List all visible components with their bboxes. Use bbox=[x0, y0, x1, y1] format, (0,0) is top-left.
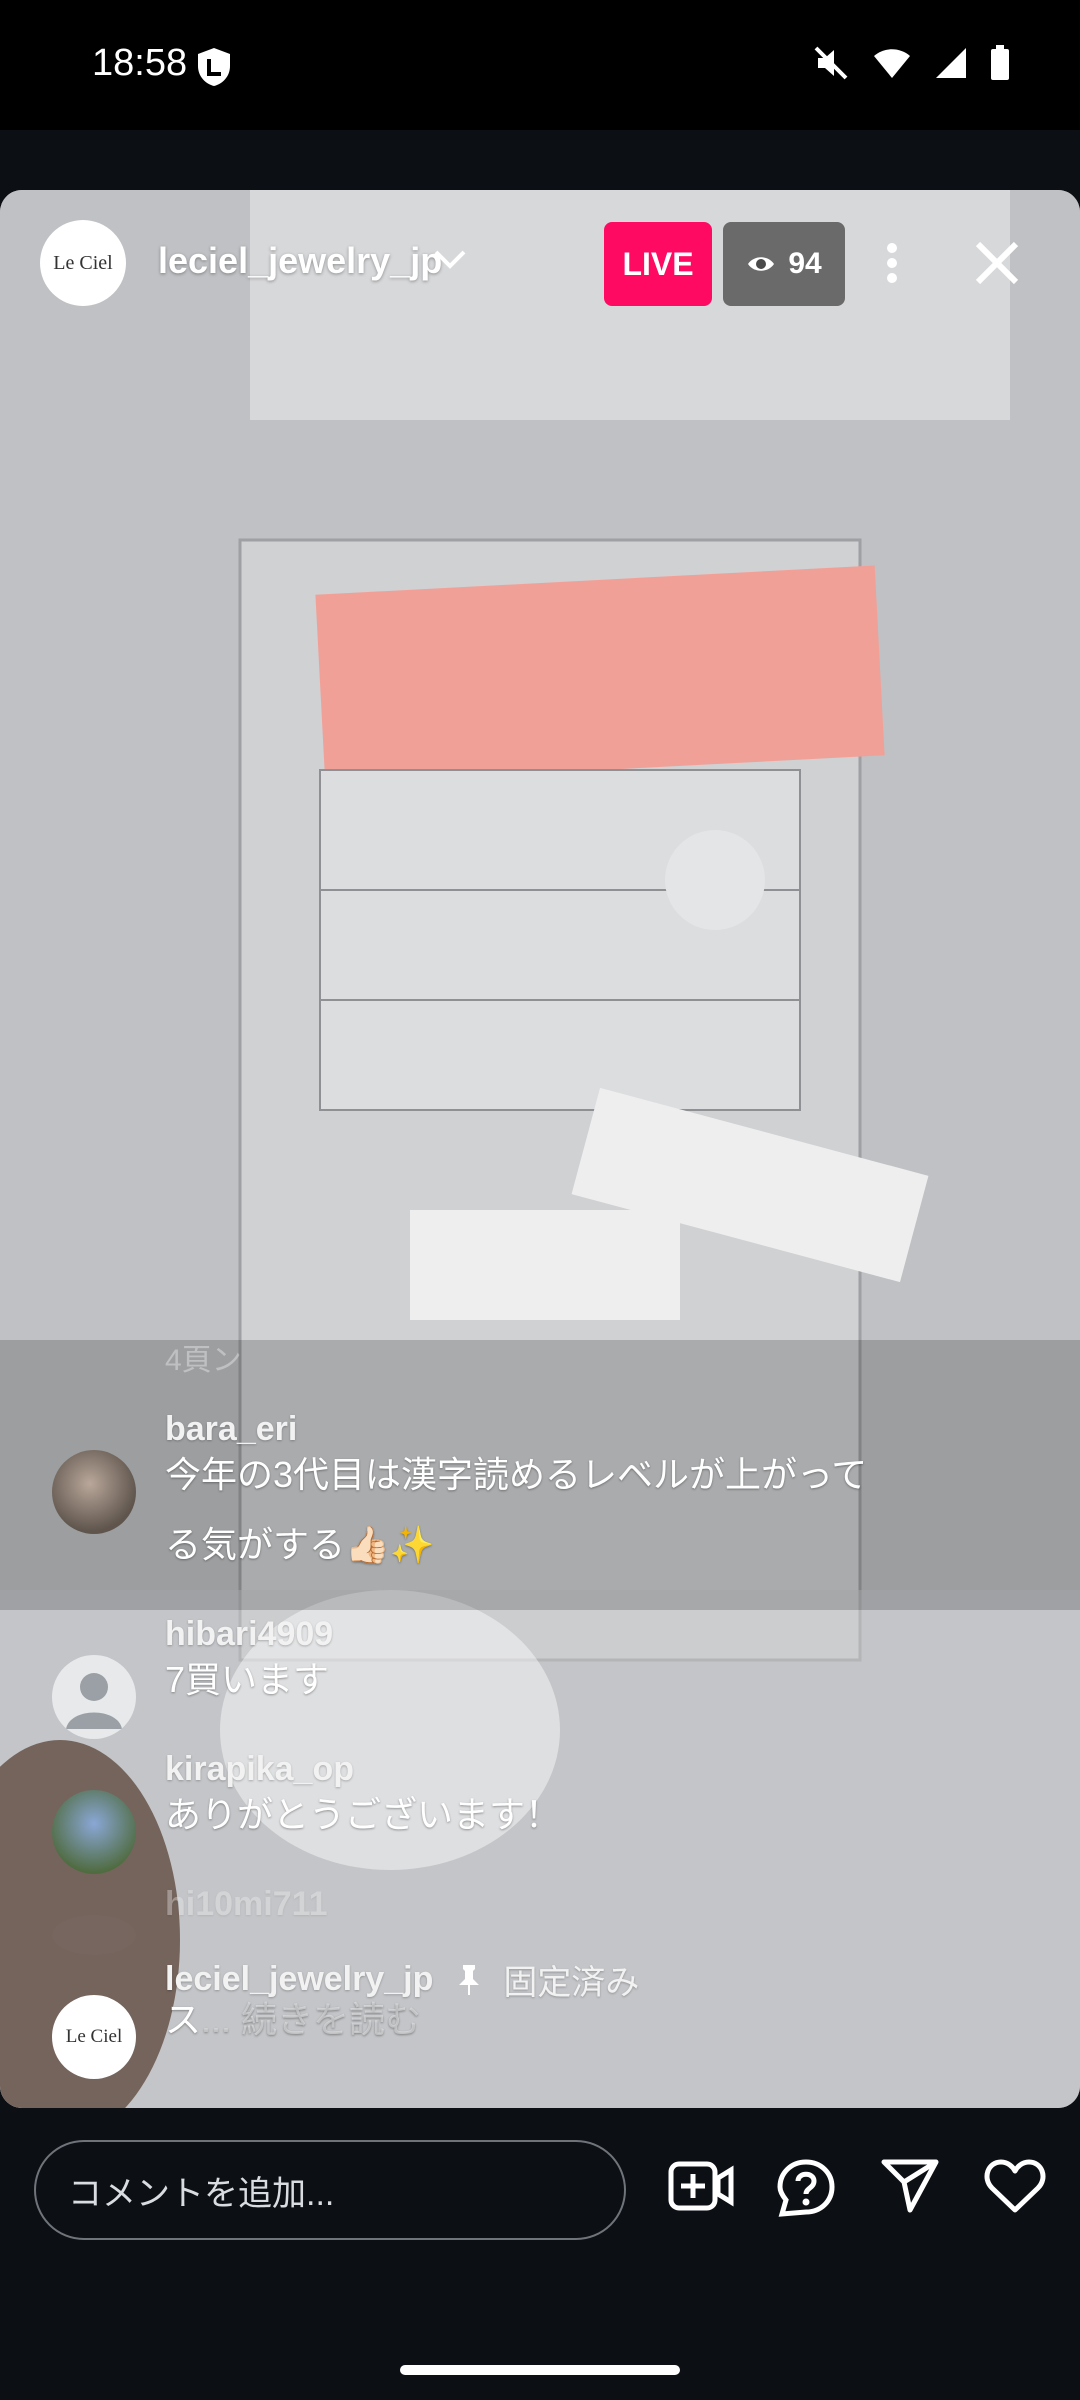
host-avatar-logo: Le Ciel bbox=[53, 251, 113, 274]
video-plus-icon[interactable] bbox=[668, 2158, 734, 2214]
mute-icon bbox=[814, 46, 848, 80]
viewer-count-badge[interactable]: 94 bbox=[723, 222, 845, 306]
comment-text-start: ス bbox=[165, 1999, 202, 2040]
wifi-icon bbox=[874, 49, 910, 78]
battery-icon bbox=[991, 45, 1009, 80]
faded-comment: 4頁ン bbox=[165, 1344, 242, 1377]
home-gesture-bar[interactable] bbox=[400, 2365, 680, 2375]
shield-lock-icon bbox=[198, 48, 230, 86]
comment-text: 7買います bbox=[165, 1659, 330, 1700]
comment-composer-bar: コメントを追加... bbox=[0, 2108, 1080, 2338]
chevron-down-icon[interactable] bbox=[432, 240, 468, 276]
avatar[interactable] bbox=[52, 1915, 136, 1955]
close-icon[interactable] bbox=[972, 238, 1022, 288]
comment-username[interactable]: hi10mi711 bbox=[165, 1885, 328, 1924]
avatar[interactable]: Le Ciel bbox=[52, 1995, 136, 2079]
send-icon[interactable] bbox=[880, 2158, 940, 2214]
heart-icon[interactable] bbox=[984, 2158, 1046, 2214]
comment-text: ありがとうございます！ bbox=[165, 1794, 562, 1835]
comment-text-continued: る気がする👍🏻✨ bbox=[165, 1524, 435, 1565]
read-more-link[interactable]: ... 続きを読む bbox=[201, 1999, 421, 2040]
avatar[interactable] bbox=[52, 1655, 136, 1739]
viewer-count: 94 bbox=[788, 247, 822, 280]
status-time: 18:58 bbox=[92, 42, 188, 84]
comment-text: 今年の3代目は漢字読めるレベルが上がって bbox=[165, 1454, 868, 1495]
status-bar: 18:58 bbox=[0, 0, 1080, 130]
signal-icon bbox=[936, 48, 966, 78]
comment-input[interactable]: コメントを追加... bbox=[34, 2140, 626, 2240]
eye-icon bbox=[748, 257, 775, 271]
more-options-icon[interactable] bbox=[880, 240, 904, 286]
avatar[interactable] bbox=[52, 1790, 136, 1874]
avatar-logo: Le Ciel bbox=[65, 2026, 123, 2047]
host-username[interactable]: leciel_jewelry_jp bbox=[158, 240, 442, 282]
host-avatar[interactable]: Le Ciel bbox=[40, 220, 126, 306]
comment-text: ス... 続きを読む bbox=[165, 1985, 905, 2055]
live-badge: LIVE bbox=[604, 222, 712, 306]
question-bubble-icon[interactable] bbox=[776, 2158, 836, 2218]
default-user-icon bbox=[66, 1673, 122, 1729]
avatar[interactable] bbox=[52, 1450, 136, 1534]
